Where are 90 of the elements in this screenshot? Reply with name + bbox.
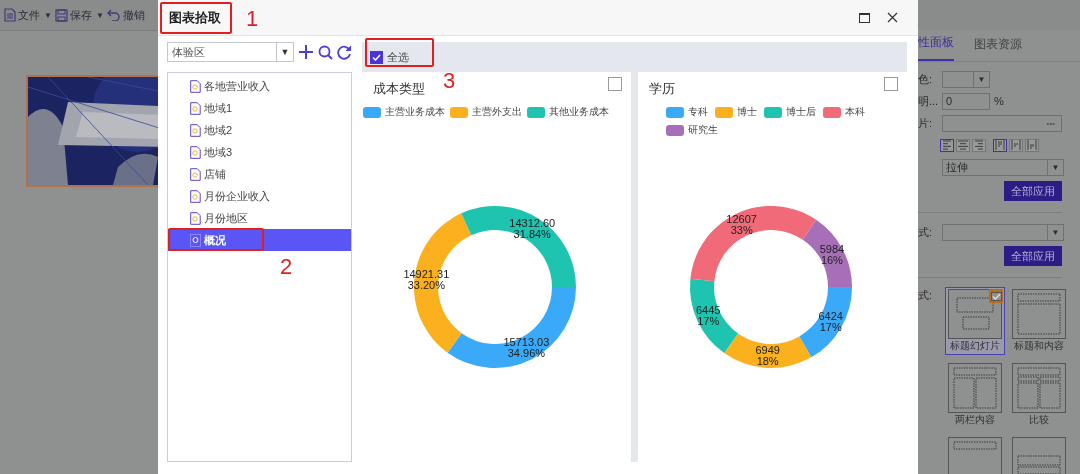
document-icon — [4, 8, 16, 22]
report-icon — [190, 189, 201, 203]
highlight-frame — [160, 2, 232, 34]
layout-drawing — [1012, 363, 1066, 413]
field-label: 明... — [918, 93, 938, 109]
dropdown-caret[interactable]: ▼ — [1048, 223, 1064, 241]
maximize-icon — [858, 12, 870, 23]
refresh-button[interactable] — [337, 44, 352, 60]
legend-label: 研究生 — [688, 123, 718, 137]
data-label: 6949 18% — [755, 343, 780, 367]
chart-title: 成本类型 — [373, 80, 425, 98]
checkbox-label: 全选 — [387, 49, 409, 65]
toolbar-label[interactable]: 文件 — [18, 7, 40, 23]
panel-tab[interactable]: 图表资源 — [974, 36, 1022, 61]
caret-icon[interactable]: ▼ — [95, 10, 104, 20]
list-item[interactable]: 各地营业收入 — [168, 75, 351, 97]
report-icon — [190, 233, 201, 247]
legend-label: 专科 — [688, 105, 708, 119]
color-field[interactable] — [942, 70, 974, 88]
image-field[interactable]: ••• — [942, 114, 1062, 132]
align-button[interactable] — [1009, 138, 1023, 152]
legend-label: 主营业务成本 — [385, 105, 445, 119]
chart-title: 学历 — [649, 80, 675, 98]
legend-label: 博士后 — [786, 105, 816, 119]
dropdown-caret[interactable]: ▼ — [974, 70, 990, 88]
align-button[interactable] — [993, 138, 1007, 152]
layout-option[interactable]: 标题和内容 — [1010, 288, 1068, 354]
legend-label: 本科 — [845, 105, 865, 119]
select-field[interactable] — [942, 223, 1048, 241]
field-label: 式: — [918, 288, 934, 303]
report-icon — [190, 101, 201, 115]
data-label: 6445 17% — [695, 303, 721, 327]
dropdown-caret[interactable]: ▼ — [276, 42, 294, 62]
add-button[interactable] — [298, 44, 314, 60]
report-icon — [190, 211, 201, 225]
dataset-select[interactable]: 体验区 — [167, 42, 277, 62]
legend-label: 其他业务成本 — [549, 105, 609, 119]
data-label: 12607 33% — [726, 212, 757, 236]
data-label: 5984 16% — [819, 242, 845, 266]
toolbar-label[interactable]: 保存 — [69, 7, 92, 23]
check-icon — [989, 289, 1003, 303]
align-button[interactable] — [956, 138, 970, 152]
apply-all-button[interactable]: 全部应用 — [1004, 181, 1062, 201]
layout-option[interactable] — [1010, 436, 1068, 474]
align-button[interactable] — [972, 138, 986, 152]
list-item[interactable]: 月份地区 — [168, 207, 351, 229]
legend-label: 博士 — [737, 105, 757, 119]
undo-icon — [106, 9, 121, 21]
close-icon — [886, 12, 898, 23]
select-field[interactable]: 拉伸 — [942, 158, 1048, 176]
dropdown-caret[interactable]: ▼ — [1048, 158, 1064, 176]
layout-option[interactable]: 两栏内容 — [946, 362, 1004, 428]
layout-drawing — [1012, 289, 1066, 339]
align-button[interactable] — [1025, 138, 1039, 152]
list-item[interactable]: 地域2 — [168, 119, 351, 141]
report-icon — [190, 79, 201, 93]
report-icon — [190, 145, 201, 159]
chart-checkbox[interactable] — [608, 77, 622, 91]
layout-drawing — [948, 289, 1002, 339]
opacity-field[interactable]: 0 — [942, 92, 990, 110]
search-button[interactable] — [318, 44, 333, 60]
list-item[interactable]: 月份企业收入 — [168, 185, 351, 207]
layout-option[interactable]: 比较 — [1010, 362, 1068, 428]
layout-option[interactable] — [946, 436, 1004, 474]
data-label: 6424 17% — [818, 309, 843, 333]
legend-label: 主营外支出 — [472, 105, 522, 119]
toolbar-label[interactable]: 撤销 — [122, 7, 145, 23]
field-label: 片: — [918, 115, 934, 131]
chart-checkbox[interactable] — [884, 77, 898, 91]
layout-option[interactable]: 标题幻灯片 — [946, 288, 1004, 354]
step-number: 3 — [443, 70, 456, 92]
list-item[interactable]: 地域1 — [168, 97, 351, 119]
step-number: 1 — [246, 8, 259, 30]
list-item[interactable]: 店铺 — [168, 163, 351, 185]
field-label: 色: — [918, 71, 934, 87]
report-icon — [190, 167, 201, 181]
step-number: 2 — [280, 256, 293, 278]
panel-tab[interactable]: 性面板 — [918, 34, 954, 61]
select-all-checkbox[interactable] — [370, 50, 383, 64]
save-icon — [54, 8, 68, 22]
highlight-frame — [365, 38, 434, 67]
layout-drawing — [948, 363, 1002, 413]
unit-label: % — [994, 95, 1004, 107]
report-icon — [190, 123, 201, 137]
field-label: 式: — [918, 224, 934, 240]
dialog-title: 图表拾取 — [168, 8, 221, 27]
caret-icon[interactable]: ▼ — [44, 10, 52, 20]
list-item[interactable]: 地域3 — [168, 141, 351, 163]
align-button[interactable] — [940, 138, 954, 152]
apply-all-button[interactable]: 全部应用 — [1004, 246, 1062, 266]
